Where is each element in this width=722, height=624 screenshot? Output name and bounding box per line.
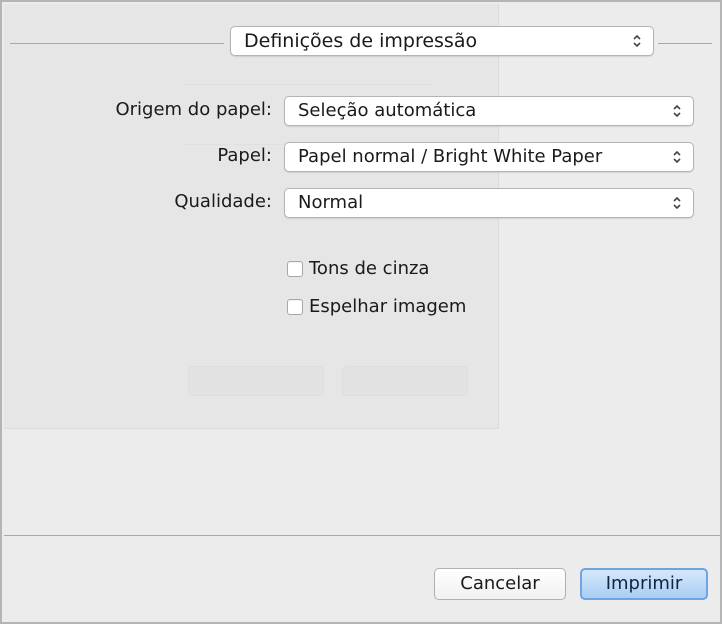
paper-source-label: Origem do papel: bbox=[115, 99, 272, 120]
paper-type-value: Papel normal / Bright White Paper bbox=[298, 146, 603, 167]
paper-source-value: Seleção automática bbox=[298, 100, 477, 121]
chevron-updown-icon bbox=[672, 189, 682, 210]
checkbox-box[interactable] bbox=[287, 298, 303, 315]
print-settings-menu-label: Definições de impressão bbox=[244, 30, 478, 52]
mirror-image-checkbox[interactable]: Espelhar imagem bbox=[287, 296, 466, 317]
grayscale-checkbox[interactable]: Tons de cinza bbox=[287, 258, 429, 279]
top-rule-right bbox=[658, 43, 712, 44]
cancel-button[interactable]: Cancelar bbox=[434, 568, 566, 600]
paper-type-label: Papel: bbox=[217, 145, 272, 166]
quality-value: Normal bbox=[298, 192, 364, 213]
quality-select[interactable]: Normal bbox=[284, 188, 694, 218]
chevron-updown-icon bbox=[672, 97, 682, 118]
chevron-updown-icon bbox=[672, 143, 682, 164]
grayscale-label: Tons de cinza bbox=[309, 258, 430, 279]
checkbox-box[interactable] bbox=[287, 260, 303, 277]
bottom-rule bbox=[4, 535, 720, 536]
quality-label: Qualidade: bbox=[174, 191, 272, 212]
paper-type-select[interactable]: Papel normal / Bright White Paper bbox=[284, 142, 694, 172]
top-rule-left bbox=[10, 43, 224, 44]
print-settings-menu[interactable]: Definições de impressão bbox=[230, 26, 654, 56]
paper-source-select[interactable]: Seleção automática bbox=[284, 96, 694, 126]
print-button[interactable]: Imprimir bbox=[580, 568, 708, 600]
print-dialog: Definições de impressão Origem do papel:… bbox=[0, 0, 722, 624]
mirror-image-label: Espelhar imagem bbox=[309, 296, 467, 317]
chevron-updown-icon bbox=[632, 27, 642, 48]
